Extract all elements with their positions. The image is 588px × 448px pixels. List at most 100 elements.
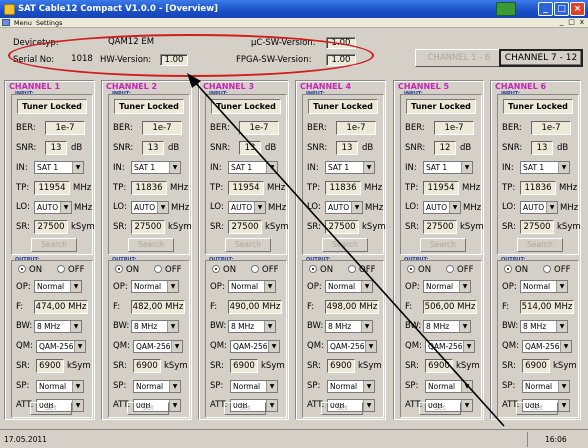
set-button[interactable]: Set bbox=[419, 402, 461, 415]
sp-select[interactable]: Normal ▼ bbox=[133, 380, 181, 393]
input-select[interactable]: SAT 1 ▼ bbox=[423, 161, 473, 174]
sr-out-field[interactable]: 6900 bbox=[425, 359, 453, 373]
tp-field[interactable]: 11836 bbox=[520, 181, 556, 195]
menu-item-settings[interactable]: Settings bbox=[36, 19, 63, 27]
minimize-button[interactable]: _ bbox=[538, 2, 553, 16]
freq-field[interactable]: 482,00 MHz bbox=[131, 300, 185, 314]
bw-select[interactable]: 8 MHz ▼ bbox=[131, 320, 179, 333]
freq-field[interactable]: 490,00 MHz bbox=[228, 300, 282, 314]
bw-select[interactable]: 8 MHz ▼ bbox=[520, 320, 568, 333]
tp-field[interactable]: 11954 bbox=[423, 181, 459, 195]
input-select[interactable]: SAT 1 ▼ bbox=[325, 161, 375, 174]
output-off-radio[interactable]: OFF bbox=[154, 265, 181, 275]
set-button[interactable]: Set bbox=[224, 402, 266, 415]
sr-out-field[interactable]: 6900 bbox=[230, 359, 258, 373]
output-off-radio[interactable]: OFF bbox=[446, 265, 473, 275]
output-off-radio[interactable]: OFF bbox=[57, 265, 84, 275]
lo-select[interactable]: AUTO ▼ bbox=[34, 201, 72, 214]
bw-select-value: 8 MHz bbox=[426, 322, 450, 331]
bw-select[interactable]: 8 MHz ▼ bbox=[423, 320, 471, 333]
set-button[interactable]: Set bbox=[321, 402, 363, 415]
sr-out-field[interactable]: 6900 bbox=[327, 359, 355, 373]
input-select[interactable]: SAT 1 ▼ bbox=[520, 161, 570, 174]
maximize-button[interactable]: □ bbox=[554, 2, 569, 16]
tp-field[interactable]: 11954 bbox=[34, 181, 70, 195]
output-on-radio[interactable]: ON bbox=[504, 265, 528, 275]
sr-field[interactable]: 27500 bbox=[131, 220, 165, 234]
sr-out-field[interactable]: 6900 bbox=[133, 359, 161, 373]
output-on-radio[interactable]: ON bbox=[212, 265, 236, 275]
tp-field[interactable]: 11836 bbox=[131, 181, 167, 195]
bw-select[interactable]: 8 MHz ▼ bbox=[228, 320, 276, 333]
search-button[interactable]: Search bbox=[31, 238, 77, 252]
output-off-label: OFF bbox=[165, 265, 182, 275]
op-select[interactable]: Normal ▼ bbox=[131, 280, 179, 293]
freq-field[interactable]: 498,00 MHz bbox=[325, 300, 379, 314]
op-select[interactable]: Normal ▼ bbox=[325, 280, 373, 293]
search-button[interactable]: Search bbox=[517, 238, 563, 252]
output-off-radio[interactable]: OFF bbox=[251, 265, 278, 275]
sr-out-field[interactable]: 6900 bbox=[522, 359, 550, 373]
network-status-icon[interactable] bbox=[496, 2, 516, 16]
qm-select[interactable]: QAM-256 ▼ bbox=[327, 340, 377, 353]
menu-item-menu[interactable]: Menu bbox=[14, 19, 32, 27]
close-button[interactable]: × bbox=[570, 2, 585, 16]
qm-select[interactable]: QAM-256 ▼ bbox=[36, 340, 86, 353]
qm-select[interactable]: QAM-256 ▼ bbox=[133, 340, 183, 353]
qm-select[interactable]: QAM-256 ▼ bbox=[230, 340, 280, 353]
sr-field[interactable]: 27500 bbox=[228, 220, 262, 234]
tp-field[interactable]: 11836 bbox=[325, 181, 361, 195]
qm-select[interactable]: QAM-256 ▼ bbox=[522, 340, 572, 353]
output-on-radio[interactable]: ON bbox=[407, 265, 431, 275]
lo-select[interactable]: AUTO ▼ bbox=[520, 201, 558, 214]
output-on-radio[interactable]: ON bbox=[309, 265, 333, 275]
sr-field[interactable]: 27500 bbox=[423, 220, 457, 234]
output-group: ON OFF OP: Normal ▼ F: 474,00 MHz BW: 8 M… bbox=[11, 260, 93, 418]
search-button[interactable]: Search bbox=[225, 238, 271, 252]
set-button[interactable]: Set bbox=[127, 402, 169, 415]
input-select[interactable]: SAT 1 ▼ bbox=[228, 161, 278, 174]
sp-select[interactable]: Normal ▼ bbox=[230, 380, 278, 393]
lo-select[interactable]: AUTO ▼ bbox=[228, 201, 266, 214]
lo-select[interactable]: AUTO ▼ bbox=[423, 201, 461, 214]
tp-field[interactable]: 11954 bbox=[228, 181, 264, 195]
op-select[interactable]: Normal ▼ bbox=[34, 280, 82, 293]
output-off-radio[interactable]: OFF bbox=[543, 265, 570, 275]
freq-field[interactable]: 506,00 MHz bbox=[423, 300, 477, 314]
sp-select[interactable]: Normal ▼ bbox=[522, 380, 570, 393]
mdi-close-button[interactable]: x bbox=[580, 18, 584, 26]
sr-field[interactable]: 27500 bbox=[520, 220, 554, 234]
lo-select[interactable]: AUTO ▼ bbox=[325, 201, 363, 214]
op-select[interactable]: Normal ▼ bbox=[423, 280, 471, 293]
lo-select[interactable]: AUTO ▼ bbox=[131, 201, 169, 214]
set-button[interactable]: Set bbox=[516, 402, 558, 415]
search-button[interactable]: Search bbox=[420, 238, 466, 252]
qm-select[interactable]: QAM-256 ▼ bbox=[425, 340, 475, 353]
input-select[interactable]: SAT 1 ▼ bbox=[34, 161, 84, 174]
set-button[interactable]: Set bbox=[30, 402, 72, 415]
bw-select[interactable]: 8 MHz ▼ bbox=[325, 320, 373, 333]
output-off-radio[interactable]: OFF bbox=[348, 265, 375, 275]
output-on-radio[interactable]: ON bbox=[18, 265, 42, 275]
freq-field[interactable]: 474,00 MHz bbox=[34, 300, 88, 314]
search-button[interactable]: Search bbox=[322, 238, 368, 252]
channel-1-6-button[interactable]: CHANNEL 1 - 6 bbox=[415, 49, 503, 67]
input-select[interactable]: SAT 1 ▼ bbox=[131, 161, 181, 174]
freq-field[interactable]: 514,00 MHz bbox=[520, 300, 574, 314]
op-select[interactable]: Normal ▼ bbox=[520, 280, 568, 293]
bw-select-value: 8 MHz bbox=[231, 322, 255, 331]
sp-select[interactable]: Normal ▼ bbox=[36, 380, 84, 393]
bw-select[interactable]: 8 MHz ▼ bbox=[34, 320, 82, 333]
channel-7-12-button[interactable]: CHANNEL 7 - 12 bbox=[499, 49, 583, 67]
status-time: 16:06 bbox=[545, 435, 567, 444]
sr-field[interactable]: 27500 bbox=[34, 220, 68, 234]
search-button[interactable]: Search bbox=[128, 238, 174, 252]
sp-select[interactable]: Normal ▼ bbox=[327, 380, 375, 393]
op-select[interactable]: Normal ▼ bbox=[228, 280, 276, 293]
mdi-restore-button[interactable]: □ bbox=[568, 18, 575, 26]
output-on-radio[interactable]: ON bbox=[115, 265, 139, 275]
mdi-minimize-button[interactable]: _ bbox=[560, 18, 564, 26]
sp-select[interactable]: Normal ▼ bbox=[425, 380, 473, 393]
sr-field[interactable]: 27500 bbox=[325, 220, 359, 234]
sr-out-field[interactable]: 6900 bbox=[36, 359, 64, 373]
